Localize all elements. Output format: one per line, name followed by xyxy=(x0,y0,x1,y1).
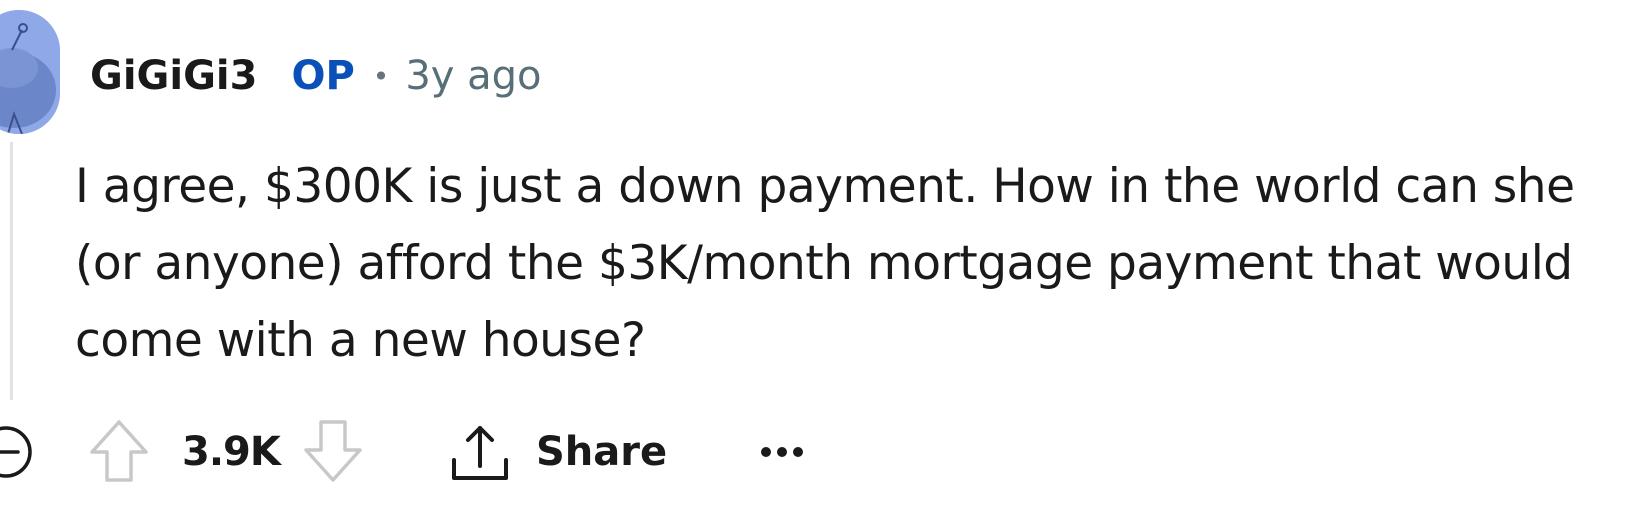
meta-separator: • xyxy=(372,59,390,93)
upvote-arrow-icon[interactable] xyxy=(88,418,150,484)
comment-card: GiGiGi3 OP • 3y ago I agree, $300K is ju… xyxy=(0,0,1627,516)
share-label: Share xyxy=(536,429,668,475)
op-badge: OP xyxy=(291,53,355,99)
share-upload-icon xyxy=(452,426,508,480)
username-link[interactable]: GiGiGi3 xyxy=(90,53,257,99)
thread-line[interactable] xyxy=(10,142,13,400)
snoo-avatar-icon xyxy=(0,10,60,134)
timestamp-link[interactable]: 3y ago xyxy=(405,53,541,99)
comment-header: GiGiGi3 OP • 3y ago xyxy=(90,46,542,106)
user-avatar[interactable] xyxy=(0,10,60,134)
downvote-arrow-icon[interactable] xyxy=(302,418,364,484)
share-button[interactable]: Share xyxy=(448,416,667,488)
comment-action-bar: 3.9K Share xyxy=(0,412,1627,492)
vote-score: 3.9K xyxy=(182,429,281,475)
more-options-icon[interactable] xyxy=(756,426,808,478)
comment-body: I agree, $300K is just a down payment. H… xyxy=(75,159,1575,368)
collapse-minus-icon[interactable] xyxy=(0,424,34,480)
